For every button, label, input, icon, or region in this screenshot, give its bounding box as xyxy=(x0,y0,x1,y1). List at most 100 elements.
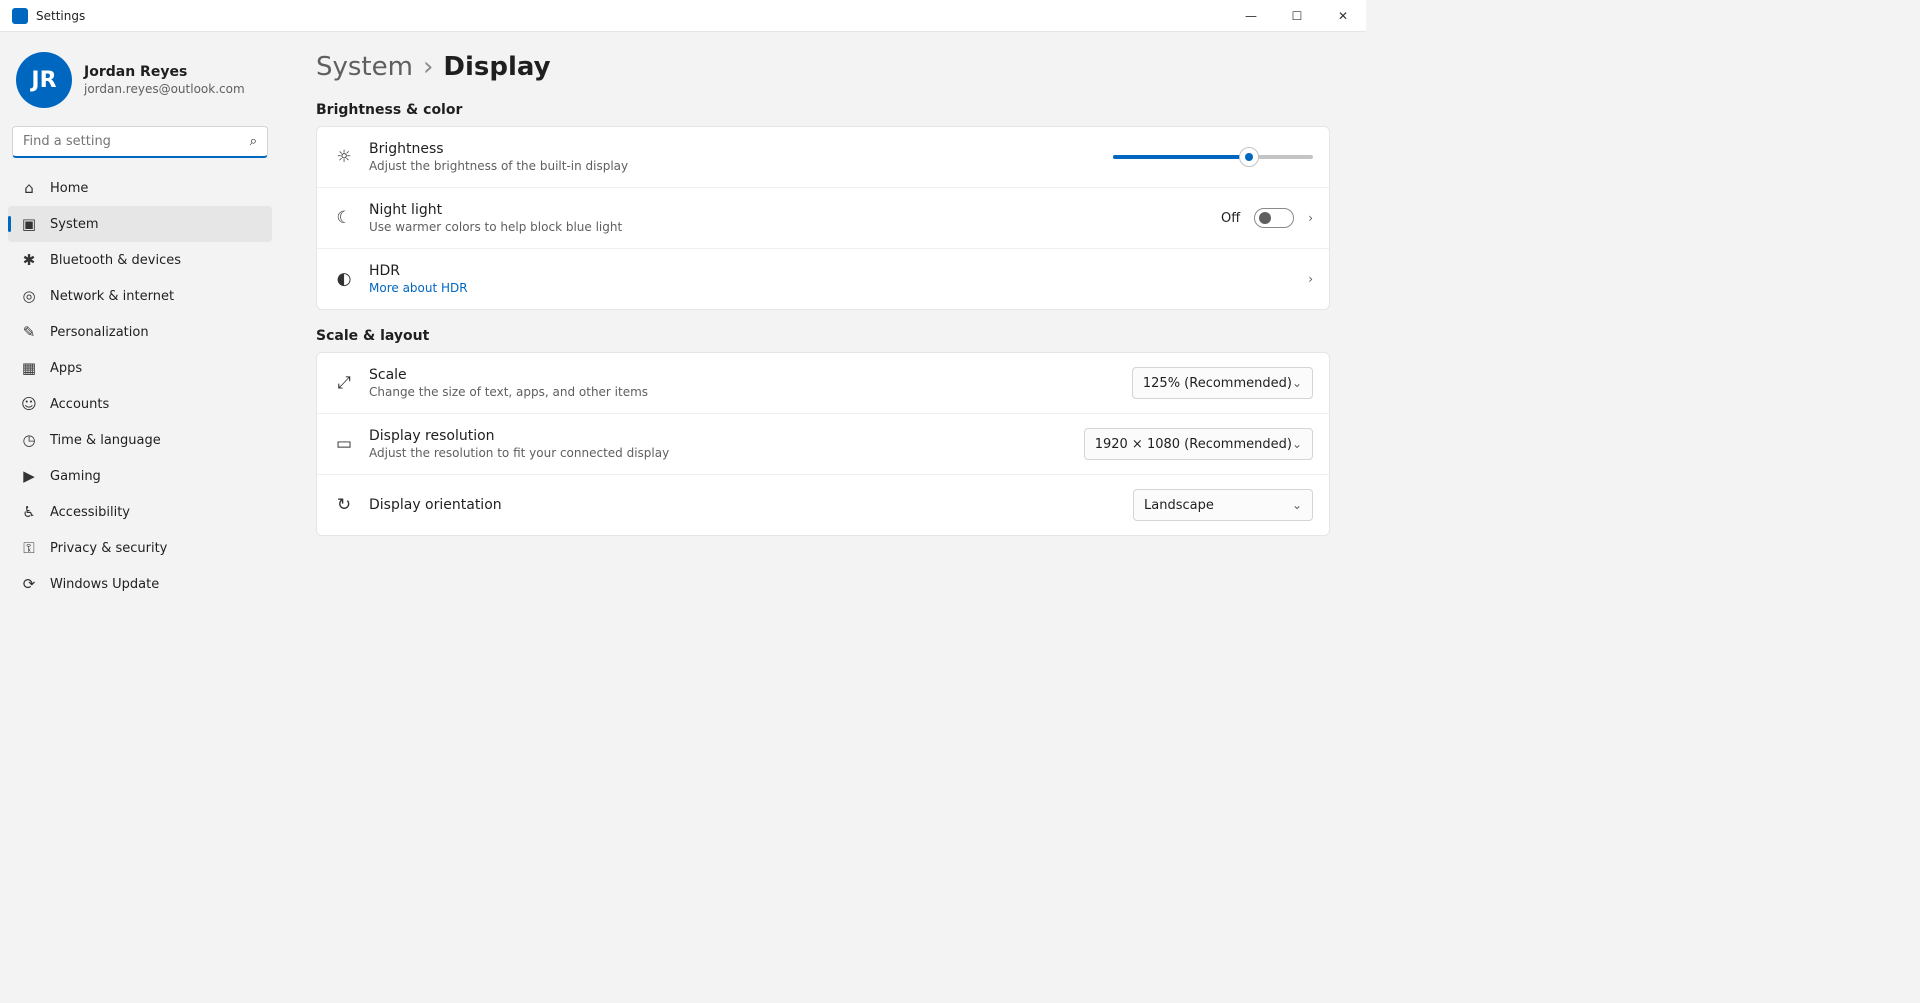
brightness-desc: Adjust the brightness of the built-in di… xyxy=(369,159,629,173)
nav-icon: ✎ xyxy=(22,323,36,341)
nav-icon: ⚿ xyxy=(23,539,35,557)
scale-desc: Change the size of text, apps, and other… xyxy=(369,385,649,399)
chevron-right-icon: › xyxy=(1308,272,1313,286)
nav-icon: ♿ xyxy=(22,503,36,521)
sidebar-item-system[interactable]: ▣ System xyxy=(8,206,272,242)
scale-dropdown[interactable]: 125% (Recommended) ⌄ xyxy=(1131,367,1313,399)
search-input[interactable] xyxy=(23,134,242,149)
section-brightness: Brightness & color xyxy=(316,102,463,118)
hdr-row[interactable]: ◐ HDR More about HDR › xyxy=(317,248,1329,309)
nav-icon: ◎ xyxy=(22,287,36,305)
nav-icon: ✱ xyxy=(22,251,36,269)
brightness-row: ☼ Brightness Adjust the brightness of th… xyxy=(317,127,1329,187)
sun-icon: ☼ xyxy=(336,147,352,167)
brightness-title: Brightness xyxy=(369,141,444,157)
sidebar-item-label: Gaming xyxy=(50,468,101,484)
settings-window: Settings — ☐ ✕ JR Jordan Reyes jordan.re… xyxy=(0,0,1366,768)
chevron-down-icon: ⌄ xyxy=(1291,376,1302,390)
sidebar-item-label: Home xyxy=(50,180,89,196)
sidebar-item-label: Privacy & security xyxy=(50,540,168,556)
breadcrumb-current: Display xyxy=(443,52,551,82)
resolution-desc: Adjust the resolution to fit your connec… xyxy=(369,446,670,460)
sidebar-item-label: Network & internet xyxy=(50,288,175,304)
resolution-dropdown-value: 1920 × 1080 (Recommended) xyxy=(1094,436,1292,452)
title-bar: Settings — ☐ ✕ xyxy=(0,0,1366,32)
resolution-title: Display resolution xyxy=(369,428,495,444)
settings-app-icon xyxy=(12,7,28,24)
breadcrumb-separator: › xyxy=(422,52,434,82)
brightness-card: ☼ Brightness Adjust the brightness of th… xyxy=(316,126,1330,310)
moon-icon: ☾ xyxy=(336,208,352,228)
hdr-link[interactable]: More about HDR xyxy=(369,281,1294,295)
sidebar-item-label: Apps xyxy=(50,360,83,376)
sidebar-item-windows-update[interactable]: ⟳ Windows Update xyxy=(8,566,272,602)
sidebar-item-home[interactable]: ⌂ Home xyxy=(8,170,272,206)
sidebar-item-privacy-security[interactable]: ⚿ Privacy & security xyxy=(8,530,272,566)
hdr-icon: ◐ xyxy=(336,269,352,289)
rotate-icon: ↻ xyxy=(336,495,352,515)
main-content: System › Display Brightness & color ☼ Br… xyxy=(280,32,1366,768)
sidebar-item-label: Bluetooth & devices xyxy=(50,252,181,268)
window-title: Settings xyxy=(36,8,86,23)
maximize-button[interactable]: ☐ xyxy=(1274,0,1320,32)
scale-dropdown-value: 125% (Recommended) xyxy=(1142,375,1292,391)
sidebar-item-label: Accessibility xyxy=(50,504,130,520)
profile-name: Jordan Reyes xyxy=(84,64,188,80)
nav-list: ⌂ Home ▣ System ✱ Bluetooth & devices ◎ Network… xyxy=(8,170,272,602)
nav-icon: ▶ xyxy=(23,467,35,485)
sidebar-item-label: Personalization xyxy=(50,324,149,340)
sidebar-item-time-language[interactable]: ◷ Time & language xyxy=(8,422,272,458)
brightness-slider-fill xyxy=(1113,155,1249,159)
scale-icon: ⤢ xyxy=(337,373,351,393)
sidebar: JR Jordan Reyes jordan.reyes@outlook.com… xyxy=(0,32,280,768)
sidebar-item-accounts[interactable]: ☺ Accounts xyxy=(8,386,272,422)
breadcrumb-parent[interactable]: System xyxy=(316,52,413,82)
scale-row: ⤢ Scale Change the size of text, apps, a… xyxy=(317,353,1329,413)
sidebar-item-personalization[interactable]: ✎ Personalization xyxy=(8,314,272,350)
night-light-state: Off xyxy=(1220,210,1241,226)
chevron-right-icon: › xyxy=(1308,211,1313,225)
nav-icon: ▣ xyxy=(21,215,37,233)
sidebar-item-bluetooth-devices[interactable]: ✱ Bluetooth & devices xyxy=(8,242,272,278)
resolution-dropdown[interactable]: 1920 × 1080 (Recommended) ⌄ xyxy=(1083,428,1313,460)
orientation-dropdown-value: Landscape xyxy=(1144,497,1214,513)
sidebar-item-label: Accounts xyxy=(50,396,110,412)
sidebar-item-accessibility[interactable]: ♿ Accessibility xyxy=(8,494,272,530)
resolution-row: ▭ Display resolution Adjust the resoluti… xyxy=(317,413,1329,474)
breadcrumb: System › Display xyxy=(316,52,1330,82)
night-light-title: Night light xyxy=(369,202,443,218)
sidebar-item-gaming[interactable]: ▶ Gaming xyxy=(8,458,272,494)
avatar: JR xyxy=(16,52,72,108)
nav-icon: ⟳ xyxy=(22,575,36,593)
night-light-toggle[interactable] xyxy=(1254,208,1295,228)
chevron-down-icon: ⌄ xyxy=(1291,498,1302,512)
section-scale-layout: Scale & layout xyxy=(316,328,430,344)
sidebar-item-label: System xyxy=(50,216,99,232)
profile-card[interactable]: JR Jordan Reyes jordan.reyes@outlook.com xyxy=(8,44,272,124)
hdr-title: HDR xyxy=(369,263,401,279)
scale-layout-card: ⤢ Scale Change the size of text, apps, a… xyxy=(316,352,1330,536)
brightness-slider[interactable] xyxy=(1113,147,1313,167)
night-light-row[interactable]: ☾ Night light Use warmer colors to help … xyxy=(317,187,1329,248)
sidebar-item-label: Windows Update xyxy=(50,576,160,592)
night-light-desc: Use warmer colors to help block blue lig… xyxy=(369,220,623,234)
search-box[interactable]: ⌕ xyxy=(12,126,268,158)
profile-email: jordan.reyes@outlook.com xyxy=(84,82,245,96)
scale-title: Scale xyxy=(369,367,407,383)
sidebar-item-label: Time & language xyxy=(50,432,161,448)
orientation-row: ↻ Display orientation Landscape ⌄ xyxy=(317,474,1329,535)
orientation-title: Display orientation xyxy=(369,497,502,513)
search-icon[interactable]: ⌕ xyxy=(250,134,257,149)
resolution-icon: ▭ xyxy=(335,434,353,454)
minimize-button[interactable]: — xyxy=(1228,0,1274,32)
chevron-down-icon: ⌄ xyxy=(1291,437,1302,451)
nav-icon: ⌂ xyxy=(24,179,34,197)
close-button[interactable]: ✕ xyxy=(1320,0,1366,32)
brightness-slider-thumb[interactable] xyxy=(1239,147,1259,167)
sidebar-item-apps[interactable]: ▦ Apps xyxy=(8,350,272,386)
sidebar-item-network-internet[interactable]: ◎ Network & internet xyxy=(8,278,272,314)
nav-icon: ▦ xyxy=(21,359,37,377)
orientation-dropdown[interactable]: Landscape ⌄ xyxy=(1133,489,1313,521)
nav-icon: ☺ xyxy=(21,395,37,413)
nav-icon: ◷ xyxy=(22,431,36,449)
